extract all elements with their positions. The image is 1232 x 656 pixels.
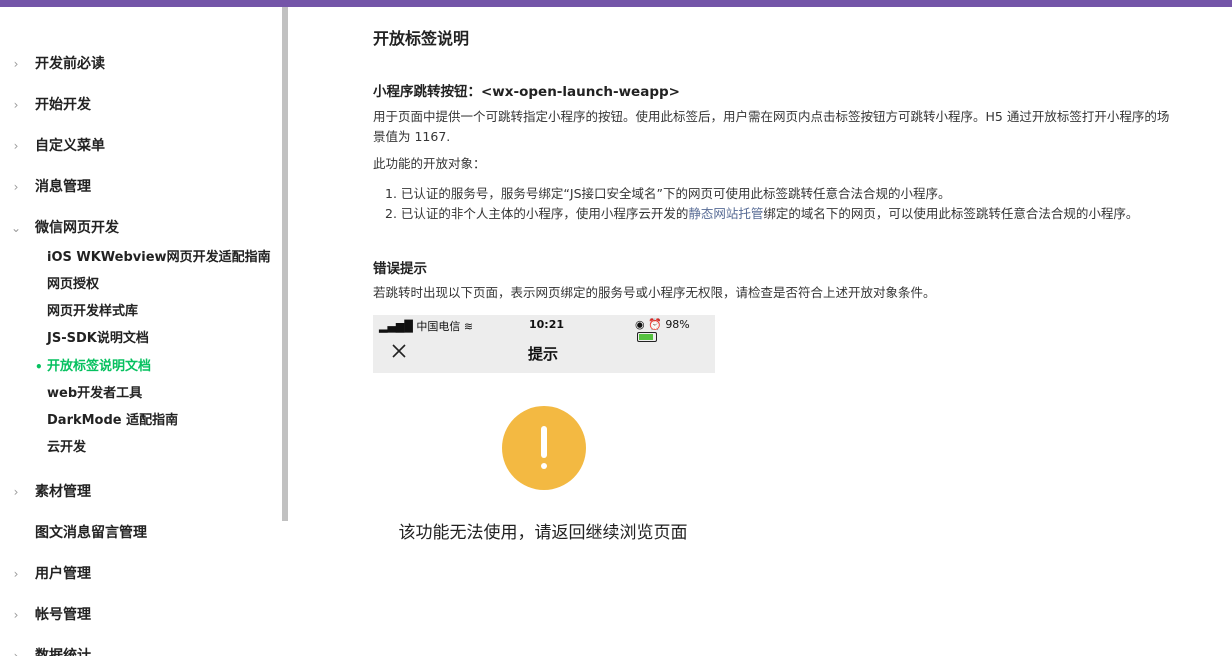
battery-icon (637, 332, 657, 342)
screenshot-phone-header: ▂▄▆█ 中国电信 ≋ 10:21 ◉ ⏰ 98% 提示 (373, 315, 715, 373)
sidebar-subitem-ios-wkwebview[interactable]: iOS WKWebview网页开发适配指南 (47, 248, 271, 268)
chevron-right-icon: › (13, 139, 19, 153)
sidebar-subitem-web-devtools[interactable]: web开发者工具 (47, 384, 142, 404)
warning-icon (502, 406, 586, 490)
chevron-right-icon: › (13, 57, 19, 71)
main-content: 开放标签说明 小程序跳转按钮：<wx-open-launch-weapp> 用于… (373, 7, 1213, 656)
static-hosting-link[interactable]: 静态网站托管 (688, 206, 763, 221)
phone-status-bar: ▂▄▆█ 中国电信 ≋ 10:21 ◉ ⏰ 98% (373, 317, 715, 342)
sidebar-subitem-jssdk[interactable]: JS-SDK说明文档 (47, 329, 149, 349)
list-item-text: 2. 已认证的非个人主体的小程序，使用小程序云开发的 (385, 206, 689, 221)
top-accent-bar (0, 0, 1232, 7)
section-description: 用于页面中提供一个可跳转指定小程序的按钮。使用此标签后，用户需在网页内点击标签按… (373, 109, 1170, 144)
list-item-text: 绑定的域名下的网页，可以使用此标签跳转任意合法合规的小程序。 (763, 206, 1139, 221)
sidebar-scrollbar[interactable] (282, 7, 288, 521)
sidebar-nav: › 开发前必读 › 开始开发 › 自定义菜单 › 消息管理 ⌄ 微信网页开发 i… (0, 7, 288, 656)
status-right: ◉ ⏰ 98% (635, 318, 715, 344)
close-icon (392, 344, 406, 358)
chevron-right-icon: › (13, 485, 19, 499)
signal-icon: ▂▄▆█ (379, 320, 413, 333)
status-time: 10:21 (529, 318, 565, 331)
location-icon: ◉ (635, 318, 645, 331)
section-heading-error: 错误提示 (373, 261, 427, 277)
page-title: 开放标签说明 (373, 29, 470, 48)
sidebar-subitem-cloud-dev[interactable]: 云开发 (47, 438, 86, 458)
sidebar-subitem-darkmode[interactable]: DarkMode 适配指南 (47, 411, 178, 431)
sidebar-subitem-style-lib[interactable]: 网页开发样式库 (47, 302, 138, 322)
chevron-right-icon: › (13, 98, 19, 112)
sidebar-subitem-open-tag[interactable]: • 开放标签说明文档 (35, 357, 152, 377)
status-carrier: ▂▄▆█ 中国电信 ≋ (379, 320, 474, 333)
wifi-icon: ≋ (463, 320, 474, 333)
active-bullet-icon: • (35, 360, 43, 374)
chevron-right-icon: › (13, 649, 19, 656)
list-item: 2. 已认证的非个人主体的小程序，使用小程序云开发的静态网站托管绑定的域名下的网… (385, 204, 1138, 224)
alarm-icon: ⏰ (648, 318, 662, 331)
chevron-down-icon: ⌄ (10, 221, 22, 235)
chevron-right-icon: › (13, 608, 19, 622)
phone-nav-title: 提示 (528, 345, 559, 363)
section-description: 若跳转时出现以下页面，表示网页绑定的服务号或小程序无权限，请检查是否符合上述开放… (373, 285, 936, 300)
chevron-right-icon: › (13, 180, 19, 194)
section-heading-launch-weapp: 小程序跳转按钮：<wx-open-launch-weapp> (373, 84, 680, 100)
chevron-right-icon: › (13, 567, 19, 581)
open-targets-label: 此功能的开放对象： (373, 156, 486, 171)
list-item: 1. 已认证的服务号，服务号绑定“JS接口安全域名”下的网页可使用此标签跳转任意… (385, 186, 951, 201)
sidebar-subitem-web-auth[interactable]: 网页授权 (47, 275, 99, 295)
sidebar-subitem-label: 开放标签说明文档 (47, 359, 152, 374)
warning-message: 该功能无法使用，请返回继续浏览页面 (398, 523, 688, 543)
